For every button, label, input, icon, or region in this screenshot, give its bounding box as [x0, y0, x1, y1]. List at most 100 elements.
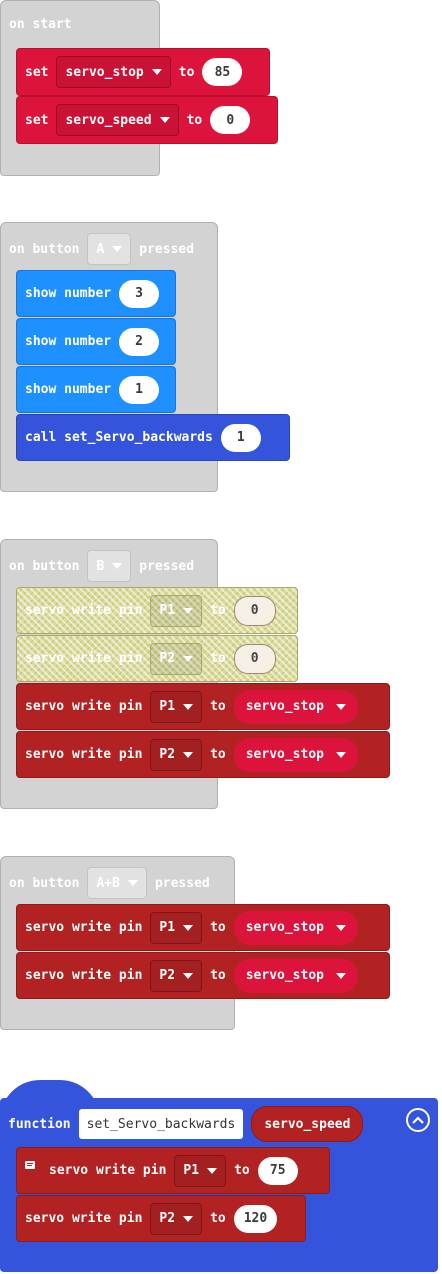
- number-input[interactable]: 2: [119, 327, 160, 356]
- function-name-input[interactable]: set_Servo_backwards: [78, 1109, 244, 1139]
- value-input[interactable]: 0: [233, 643, 276, 674]
- show-number-block[interactable]: show number 2: [16, 318, 176, 365]
- chevron-down-icon: [127, 880, 138, 886]
- servo-write-label: servo write pin: [25, 920, 143, 935]
- servo-write-block-disabled[interactable]: servo write pin P2 to 0: [16, 635, 298, 682]
- pin-dropdown[interactable]: P1: [174, 1154, 227, 1187]
- pin-name: P1: [159, 920, 176, 935]
- servo-write-block-disabled[interactable]: servo write pin P1 to 0: [16, 587, 298, 634]
- chevron-down-icon: [183, 751, 194, 758]
- value-input[interactable]: 0: [233, 595, 276, 626]
- to-keyword: to: [210, 968, 226, 983]
- on-start-label: on start: [9, 17, 72, 32]
- variable-name: servo_stop: [245, 968, 324, 983]
- to-keyword: to: [178, 64, 195, 80]
- value-input[interactable]: 75: [257, 1156, 298, 1185]
- servo-write-block[interactable]: servo write pin P2 to 120: [16, 1195, 306, 1242]
- chevron-down-icon: [151, 69, 162, 75]
- set-servo-stop-block[interactable]: set servo_stop to 85: [16, 48, 270, 96]
- variable-reporter[interactable]: servo_stop: [233, 958, 358, 993]
- to-keyword: to: [210, 699, 226, 714]
- value-input[interactable]: 0: [210, 106, 251, 134]
- variable-name: servo_stop: [245, 920, 324, 935]
- servo-write-label: servo write pin: [25, 747, 143, 762]
- set-keyword: set: [25, 112, 49, 128]
- on-button-label: on button: [9, 558, 80, 574]
- to-keyword: to: [210, 651, 226, 666]
- to-keyword: to: [210, 920, 226, 935]
- chevron-down-icon: [183, 703, 194, 710]
- comment-icon[interactable]: [25, 1160, 35, 1169]
- servo-write-label: servo write pin: [25, 968, 143, 983]
- button-dropdown[interactable]: B: [87, 550, 132, 582]
- chevron-down-icon: [183, 972, 194, 979]
- variable-name: servo_stop: [245, 747, 324, 762]
- chevron-down-icon: [112, 563, 123, 569]
- pin-dropdown[interactable]: P2: [150, 642, 203, 675]
- value-input[interactable]: 85: [202, 58, 243, 86]
- servo-write-block[interactable]: servo write pin P1 to servo_stop: [16, 904, 390, 951]
- servo-write-block[interactable]: servo write pin P1 to servo_stop: [16, 683, 390, 730]
- variable-name: servo_speed: [65, 112, 152, 128]
- show-number-block[interactable]: show number 3: [16, 270, 176, 317]
- pin-dropdown[interactable]: P2: [150, 738, 203, 771]
- chevron-down-icon: [336, 751, 346, 758]
- servo-write-label: servo write pin: [25, 1211, 143, 1226]
- button-dropdown[interactable]: A: [87, 233, 132, 265]
- pin-dropdown[interactable]: P1: [150, 911, 203, 944]
- pin-dropdown[interactable]: P1: [150, 594, 203, 627]
- variable-dropdown[interactable]: servo_speed: [56, 104, 179, 136]
- number-input[interactable]: 1: [119, 375, 160, 404]
- pressed-label: pressed: [154, 875, 210, 891]
- chevron-down-icon: [183, 607, 194, 614]
- chevron-down-icon: [159, 117, 170, 123]
- pin-dropdown[interactable]: P2: [150, 959, 203, 992]
- chevron-down-icon: [336, 703, 346, 710]
- pin-name: P2: [159, 651, 176, 666]
- variable-reporter[interactable]: servo_stop: [233, 737, 358, 772]
- pin-name: P2: [159, 747, 176, 762]
- chevron-down-icon: [183, 924, 194, 931]
- to-keyword: to: [210, 603, 226, 618]
- pressed-label: pressed: [139, 241, 195, 257]
- servo-write-label: servo write pin: [25, 603, 143, 618]
- set-keyword: set: [25, 64, 49, 80]
- call-function-block[interactable]: call set_Servo_backwards 1: [16, 414, 290, 461]
- to-keyword: to: [234, 1163, 250, 1178]
- show-number-label: show number: [25, 382, 112, 397]
- set-servo-speed-block[interactable]: set servo_speed to 0: [16, 96, 278, 144]
- to-keyword: to: [210, 1211, 226, 1226]
- pin-name: P1: [159, 699, 176, 714]
- button-name: B: [96, 558, 105, 574]
- servo-write-block[interactable]: servo write pin P1 to 75: [16, 1147, 330, 1194]
- servo-write-block[interactable]: servo write pin P2 to servo_stop: [16, 952, 390, 999]
- argument-input[interactable]: 1: [220, 423, 261, 452]
- show-number-block[interactable]: show number 1: [16, 366, 176, 413]
- pin-name: P1: [183, 1163, 200, 1178]
- variable-dropdown[interactable]: servo_stop: [56, 56, 171, 88]
- button-dropdown[interactable]: A+B: [87, 867, 147, 899]
- servo-write-label: servo write pin: [49, 1163, 167, 1178]
- chevron-down-icon: [183, 1215, 194, 1222]
- variable-reporter[interactable]: servo_stop: [233, 910, 358, 945]
- pin-name: P2: [159, 968, 176, 983]
- on-button-label: on button: [9, 241, 80, 257]
- number-input[interactable]: 3: [119, 279, 160, 308]
- pin-dropdown[interactable]: P1: [150, 690, 203, 723]
- button-name: A+B: [96, 875, 120, 891]
- collapse-up-icon[interactable]: [406, 1108, 430, 1132]
- value-input[interactable]: 120: [233, 1204, 278, 1233]
- variable-name: servo_stop: [65, 64, 144, 80]
- chevron-down-icon: [112, 246, 123, 252]
- servo-write-block[interactable]: servo write pin P2 to servo_stop: [16, 731, 390, 778]
- button-name: A: [96, 241, 105, 257]
- variable-reporter[interactable]: servo_stop: [233, 689, 358, 724]
- pressed-label: pressed: [139, 558, 195, 574]
- chevron-down-icon: [336, 972, 346, 979]
- pin-dropdown[interactable]: P2: [150, 1202, 203, 1235]
- servo-write-label: servo write pin: [25, 699, 143, 714]
- variable-name: servo_stop: [245, 699, 324, 714]
- chevron-down-icon: [183, 655, 194, 662]
- function-parameter[interactable]: servo_speed: [251, 1106, 364, 1142]
- show-number-label: show number: [25, 334, 112, 349]
